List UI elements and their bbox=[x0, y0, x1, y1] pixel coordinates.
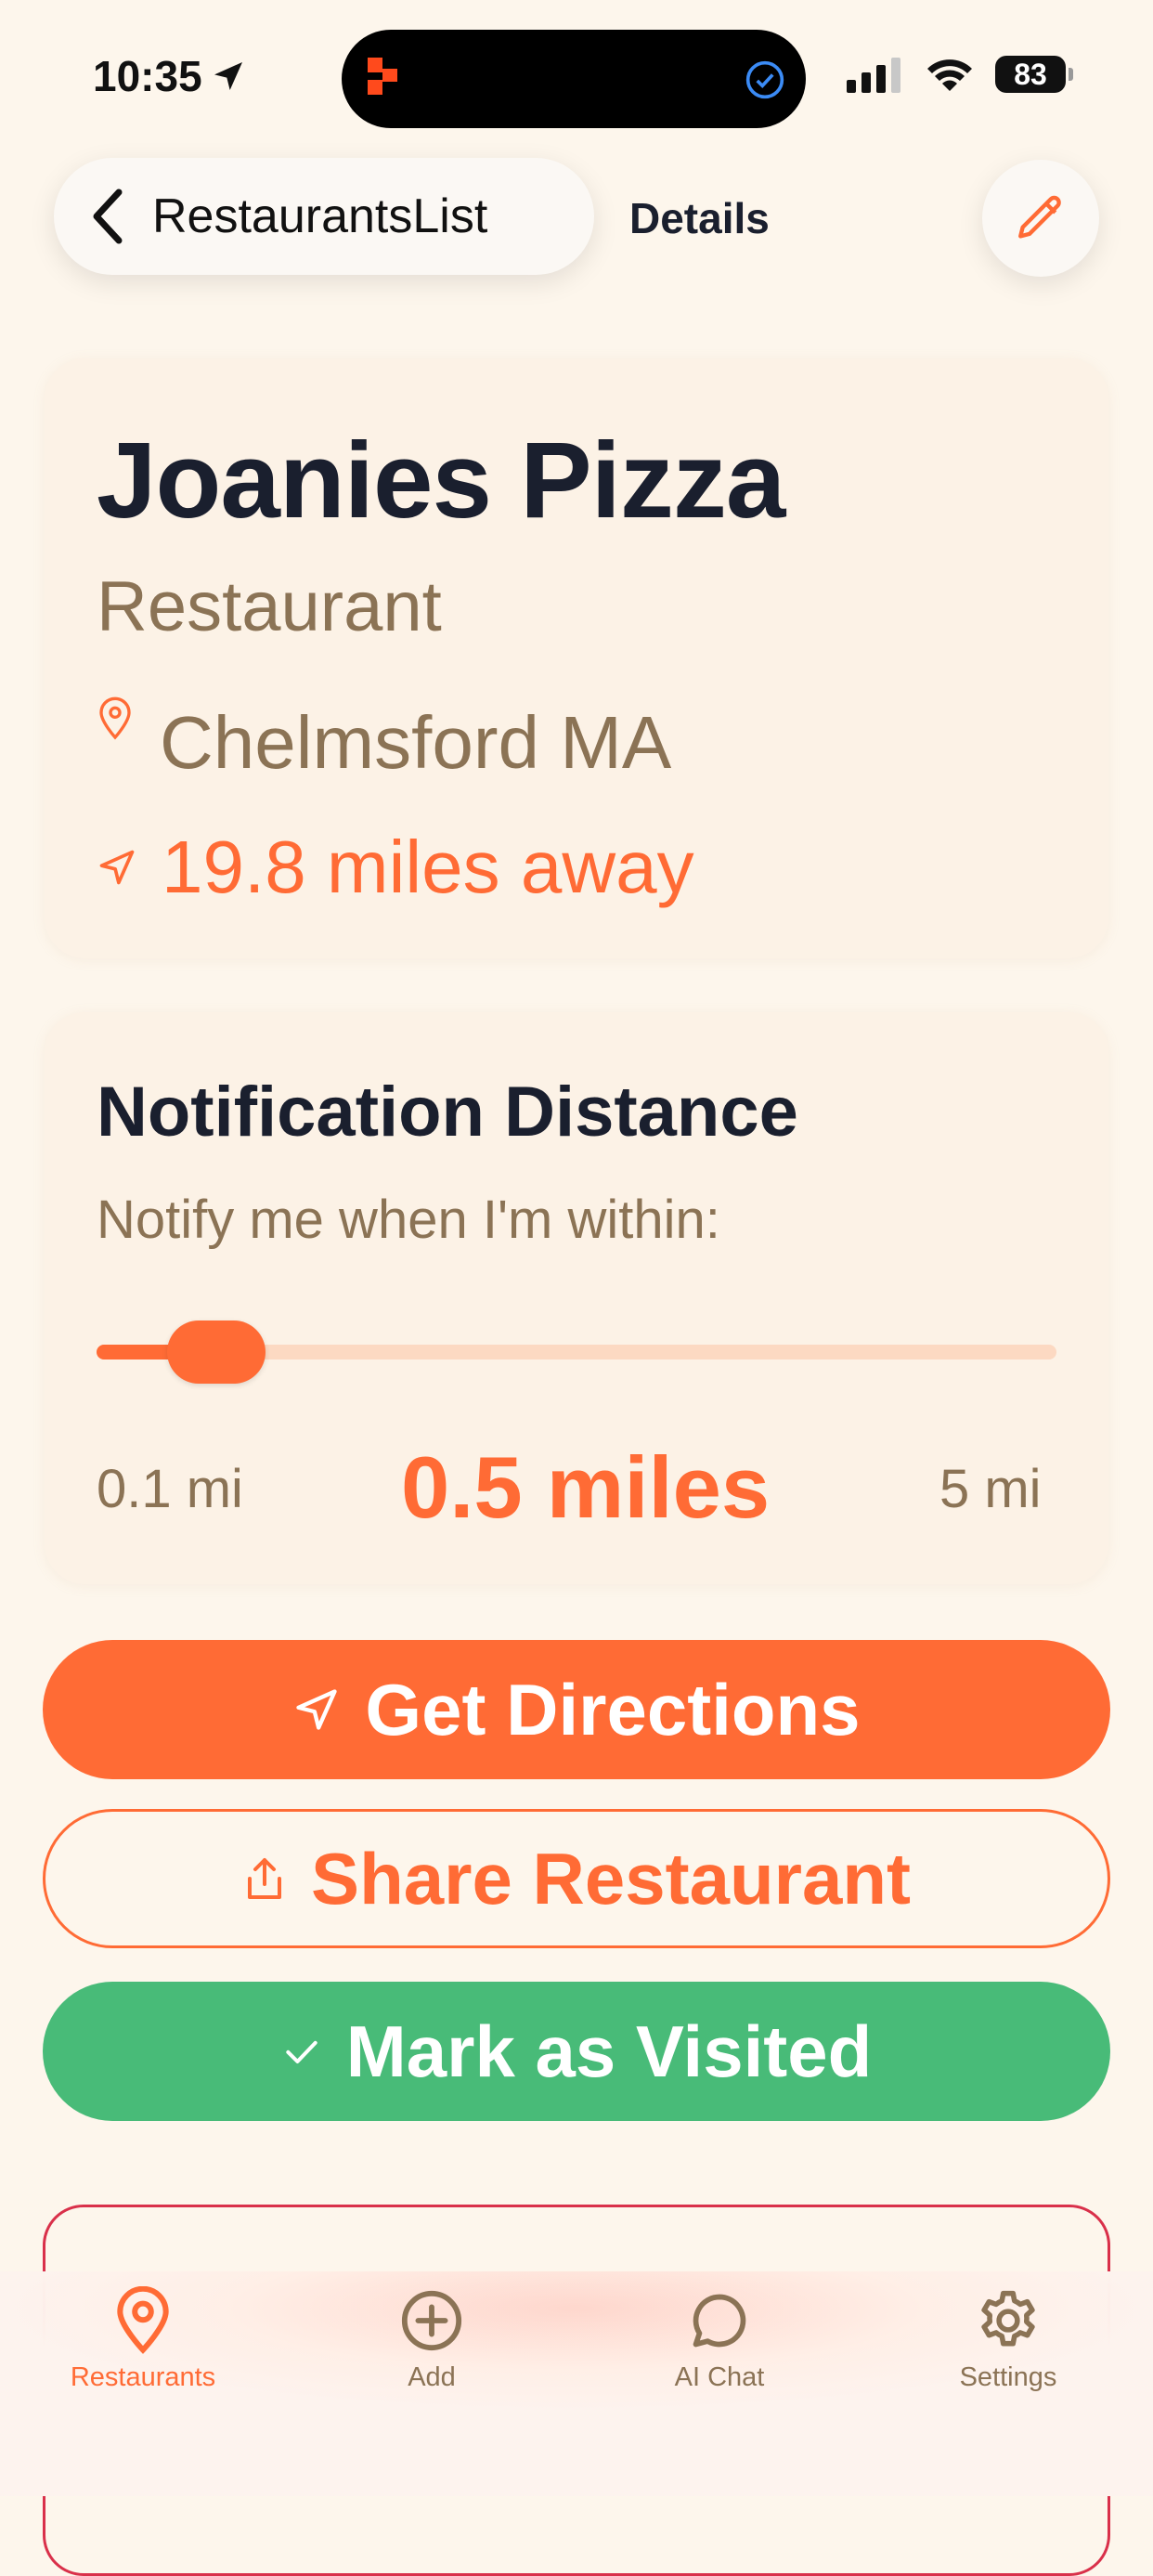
status-time: 10:35 bbox=[93, 51, 247, 101]
restaurant-type: Restaurant bbox=[97, 567, 442, 646]
share-icon bbox=[248, 1858, 282, 1899]
back-button[interactable]: RestaurantsList bbox=[54, 158, 594, 275]
slider-min-label: 0.1 mi bbox=[97, 1459, 243, 1519]
tab-restaurants[interactable]: Restaurants bbox=[32, 2286, 254, 2393]
status-time-label: 10:35 bbox=[93, 52, 202, 100]
map-pin-icon bbox=[117, 2286, 169, 2354]
location-row: Chelmsford MA bbox=[97, 696, 671, 786]
status-indicators: 83 bbox=[847, 56, 1073, 93]
map-pin-icon bbox=[99, 696, 131, 740]
distance-row: 19.8 miles away bbox=[97, 825, 694, 910]
tab-add-label: Add bbox=[408, 2362, 456, 2392]
get-directions-button[interactable]: Get Directions bbox=[43, 1640, 1110, 1779]
distance-slider-thumb[interactable] bbox=[166, 1321, 266, 1384]
signal-icon bbox=[847, 58, 900, 93]
plus-circle-icon bbox=[401, 2290, 462, 2351]
tab-settings[interactable]: Settings bbox=[897, 2286, 1120, 2393]
tab-ai-chat[interactable]: AI Chat bbox=[608, 2286, 831, 2393]
restaurant-name: Joanies Pizza bbox=[97, 420, 785, 540]
tab-add[interactable]: Add bbox=[320, 2286, 543, 2393]
wifi-icon bbox=[927, 59, 972, 91]
get-directions-label: Get Directions bbox=[365, 1668, 861, 1750]
tab-settings-label: Settings bbox=[959, 2362, 1057, 2392]
notification-title: Notification Distance bbox=[97, 1073, 798, 1151]
mark-visited-button[interactable]: Mark as Visited bbox=[43, 1982, 1110, 2121]
dynamic-island bbox=[342, 30, 806, 128]
back-button-label: RestaurantsList bbox=[152, 189, 488, 243]
restaurant-distance: 19.8 miles away bbox=[162, 826, 694, 908]
location-arrow-icon bbox=[214, 62, 242, 90]
battery-indicator: 83 bbox=[995, 56, 1073, 93]
pencil-icon bbox=[1018, 195, 1061, 239]
mark-visited-label: Mark as Visited bbox=[345, 2010, 873, 2092]
slider-value-label: 0.5 miles bbox=[401, 1438, 771, 1536]
chevron-left-icon bbox=[93, 189, 123, 244]
check-circle-icon bbox=[745, 59, 785, 105]
tab-restaurants-label: Restaurants bbox=[70, 2362, 216, 2392]
notification-subtitle: Notify me when I'm within: bbox=[97, 1190, 720, 1250]
gear-icon bbox=[981, 2290, 1035, 2347]
navigation-arrow-icon bbox=[296, 1689, 338, 1730]
chat-bubble-icon bbox=[693, 2294, 746, 2348]
share-restaurant-label: Share Restaurant bbox=[311, 1837, 911, 1919]
restaurant-location: Chelmsford MA bbox=[160, 701, 672, 784]
checkmark-icon bbox=[286, 2040, 317, 2064]
battery-level: 83 bbox=[1014, 57, 1047, 91]
app-activity-icon bbox=[368, 54, 410, 101]
edit-button[interactable] bbox=[982, 160, 1099, 277]
slider-max-label: 5 mi bbox=[939, 1459, 1042, 1519]
navigation-arrow-icon bbox=[99, 850, 135, 885]
tab-ai-chat-label: AI Chat bbox=[674, 2362, 765, 2392]
nav-title: Details bbox=[629, 194, 770, 242]
share-restaurant-button[interactable]: Share Restaurant bbox=[43, 1809, 1110, 1948]
